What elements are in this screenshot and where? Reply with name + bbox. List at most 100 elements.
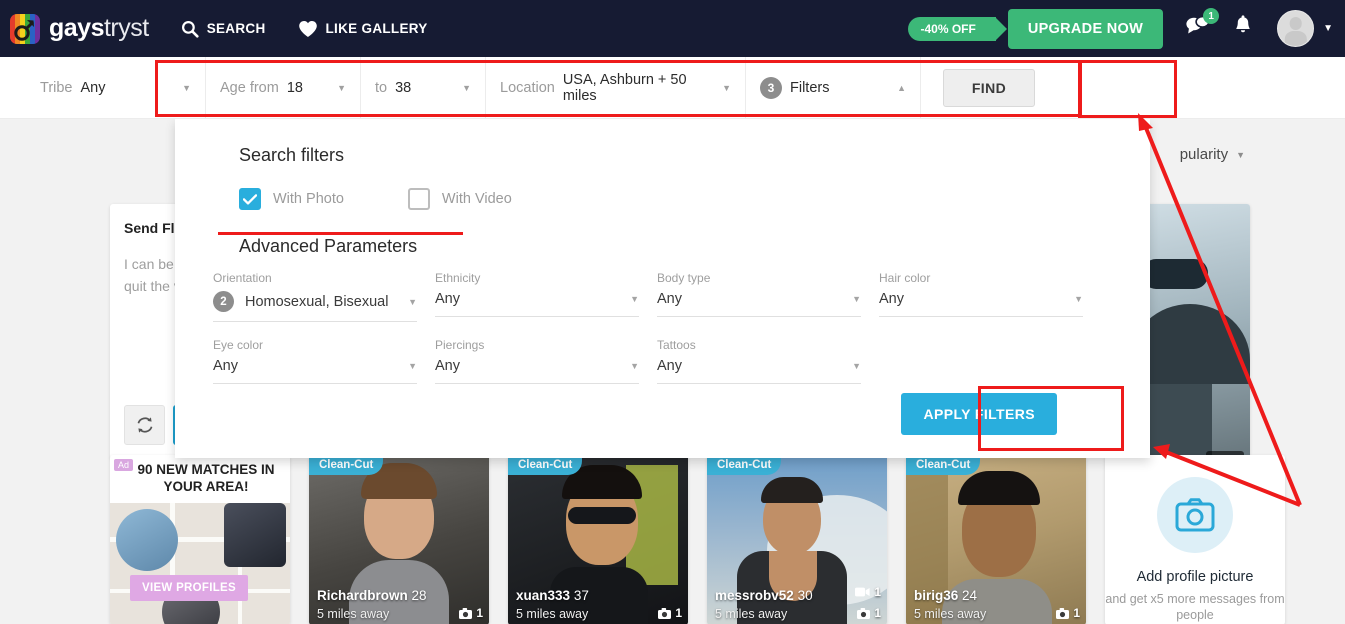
chevron-down-icon: ▼ — [1074, 294, 1083, 304]
sort-by-popularity-dropdown[interactable]: pularity ▼ — [1180, 146, 1245, 163]
tribe-select[interactable]: Tribe Any ▼ — [26, 56, 206, 119]
hair-color-field: Hair color Any ▼ — [879, 271, 1083, 322]
profile-tag: Clean-Cut — [508, 455, 583, 475]
body-type-field: Body type Any ▼ — [657, 271, 861, 322]
profile-card[interactable]: Clean-Cut messrobv52 30 5 miles away 1 1 — [707, 455, 887, 624]
checkbox-box-unchecked — [407, 188, 430, 210]
hair-color-value: Any — [879, 291, 904, 307]
ad-photo-thumb — [224, 503, 286, 567]
refresh-icon — [137, 417, 152, 433]
orientation-field: Orientation 2 Homosexual, Bisexual ▼ — [213, 271, 417, 322]
piercings-label: Piercings — [435, 338, 485, 352]
profile-distance: 5 miles away — [516, 607, 589, 621]
profile-card[interactable]: Clean-Cut xuan333 37 5 miles away 1 — [508, 455, 688, 624]
user-avatar[interactable] — [1277, 10, 1315, 47]
find-button[interactable]: FIND — [943, 68, 1035, 107]
advertisement-card[interactable]: Ad 90 NEW MATCHES IN YOUR AREA! VIEW PRO… — [110, 455, 290, 624]
camera-icon — [459, 607, 473, 619]
messages-button[interactable]: 1 — [1185, 8, 1220, 42]
view-profiles-button[interactable]: VIEW PROFILES — [130, 575, 248, 601]
filters-toggle[interactable]: 3 Filters ▲ — [746, 56, 921, 119]
add-picture-subtitle: and get x5 more messages from people — [1105, 592, 1285, 622]
profile-name: xuan333 37 — [516, 588, 589, 603]
notifications-button[interactable] — [1233, 15, 1253, 42]
nav-search-link[interactable]: SEARCH — [181, 20, 266, 38]
profile-name: messrobv52 30 — [715, 588, 813, 603]
video-count-value: 1 — [874, 585, 881, 599]
nav-like-gallery-link[interactable]: LIKE GALLERY — [298, 20, 428, 38]
profile-age: 37 — [573, 588, 589, 603]
photo-sunglasses — [568, 507, 636, 524]
tribe-label: Tribe — [40, 79, 73, 96]
camera-icon — [1056, 607, 1070, 619]
profile-tag: Clean-Cut — [906, 455, 981, 475]
orientation-label: Orientation — [213, 271, 272, 285]
brand-wordmark: gaystryst — [49, 14, 149, 43]
filters-count-badge: 3 — [760, 76, 782, 99]
profiles-grid: Ad 90 NEW MATCHES IN YOUR AREA! VIEW PRO… — [110, 455, 1285, 624]
orientation-select[interactable]: 2 Homosexual, Bisexual ▼ — [213, 291, 417, 322]
tattoos-value: Any — [657, 358, 682, 374]
with-photo-checkbox[interactable]: With Photo — [239, 188, 344, 210]
profile-card[interactable]: Clean-Cut birig36 24 5 miles away 1 — [906, 455, 1086, 624]
hair-color-label: Hair color — [879, 271, 931, 285]
brand-name-light: tryst — [103, 14, 149, 42]
orientation-value: Homosexual, Bisexual — [245, 293, 389, 310]
camera-icon — [857, 607, 871, 619]
tattoos-select[interactable]: Any ▼ — [657, 358, 861, 384]
age-to-select[interactable]: to 38 ▼ — [361, 56, 486, 119]
chevron-down-icon[interactable]: ▼ — [1323, 23, 1333, 34]
ad-headline: 90 NEW MATCHES IN YOUR AREA! — [137, 462, 275, 494]
app-root: gaystryst SEARCH LIKE GALLERY -40% OFF U… — [0, 0, 1345, 624]
age-from-select[interactable]: Age from 18 ▼ — [206, 56, 361, 119]
search-filter-bar: Tribe Any ▼ Age from 18 ▼ to 38 ▼ Locati… — [0, 56, 1345, 119]
profile-tag: Clean-Cut — [707, 455, 782, 475]
with-video-label: With Video — [441, 191, 512, 207]
apply-filters-button[interactable]: APPLY FILTERS — [901, 393, 1057, 435]
location-select[interactable]: Location USA, Ashburn + 50 miles ▼ — [486, 56, 746, 119]
chevron-up-icon: ▲ — [897, 82, 906, 93]
nav-right-cluster: -40% OFF UPGRADE NOW 1 ▼ — [908, 8, 1345, 49]
sort-label: pularity — [1179, 146, 1229, 163]
featured-profile-photo: 2 — [1140, 204, 1250, 484]
media-filter-checkboxes: With Photo With Video — [239, 188, 1150, 210]
profile-photo-count: 1 — [1056, 606, 1080, 620]
bell-icon — [1233, 15, 1253, 42]
eye-color-select[interactable]: Any ▼ — [213, 358, 417, 384]
profile-photo-count: 1 — [857, 606, 881, 620]
age-to-label: to — [375, 79, 388, 96]
chevron-down-icon: ▼ — [630, 361, 639, 371]
tattoos-field: Tattoos Any ▼ — [657, 338, 861, 384]
messages-badge-count: 1 — [1203, 8, 1220, 24]
top-navigation-bar: gaystryst SEARCH LIKE GALLERY -40% OFF U… — [0, 0, 1345, 57]
profile-photo-count: 1 — [658, 606, 682, 620]
nav-search-label: SEARCH — [206, 21, 266, 36]
add-profile-picture-card[interactable]: Add profile picture and get x5 more mess… — [1105, 455, 1285, 624]
profile-age: 24 — [962, 588, 978, 603]
photo-shape-head — [1140, 304, 1250, 384]
brand-logo[interactable]: gaystryst — [10, 13, 149, 44]
photo-shape-sunglasses — [1142, 259, 1208, 289]
piercings-select[interactable]: Any ▼ — [435, 358, 639, 384]
piercings-field: Piercings Any ▼ — [435, 338, 639, 384]
with-video-checkbox[interactable]: With Video — [407, 188, 512, 210]
upgrade-now-button[interactable]: UPGRADE NOW — [1007, 8, 1164, 49]
chevron-down-icon: ▼ — [337, 82, 346, 93]
avatar-body — [1284, 31, 1307, 46]
ethnicity-select[interactable]: Any ▼ — [435, 291, 639, 317]
chevron-down-icon: ▼ — [1236, 149, 1245, 160]
profile-photo-count: 1 — [459, 606, 483, 620]
eye-color-label: Eye color — [213, 338, 264, 352]
video-camera-icon — [855, 587, 870, 597]
age-to-value: 38 — [395, 79, 412, 96]
add-picture-title: Add profile picture — [1136, 569, 1254, 585]
age-from-value: 18 — [286, 79, 303, 96]
advanced-parameters-grid: Orientation 2 Homosexual, Bisexual ▼ Eth… — [213, 271, 1150, 400]
profile-card[interactable]: Clean-Cut Richardbrown 28 5 miles away 1 — [309, 455, 489, 624]
body-type-select[interactable]: Any ▼ — [657, 291, 861, 317]
discount-flag[interactable]: -40% OFF — [908, 16, 1008, 41]
hair-color-select[interactable]: Any ▼ — [879, 291, 1083, 317]
photo-count-value: 1 — [675, 606, 682, 620]
refresh-button[interactable] — [124, 405, 165, 445]
avatar-head — [1289, 17, 1302, 30]
